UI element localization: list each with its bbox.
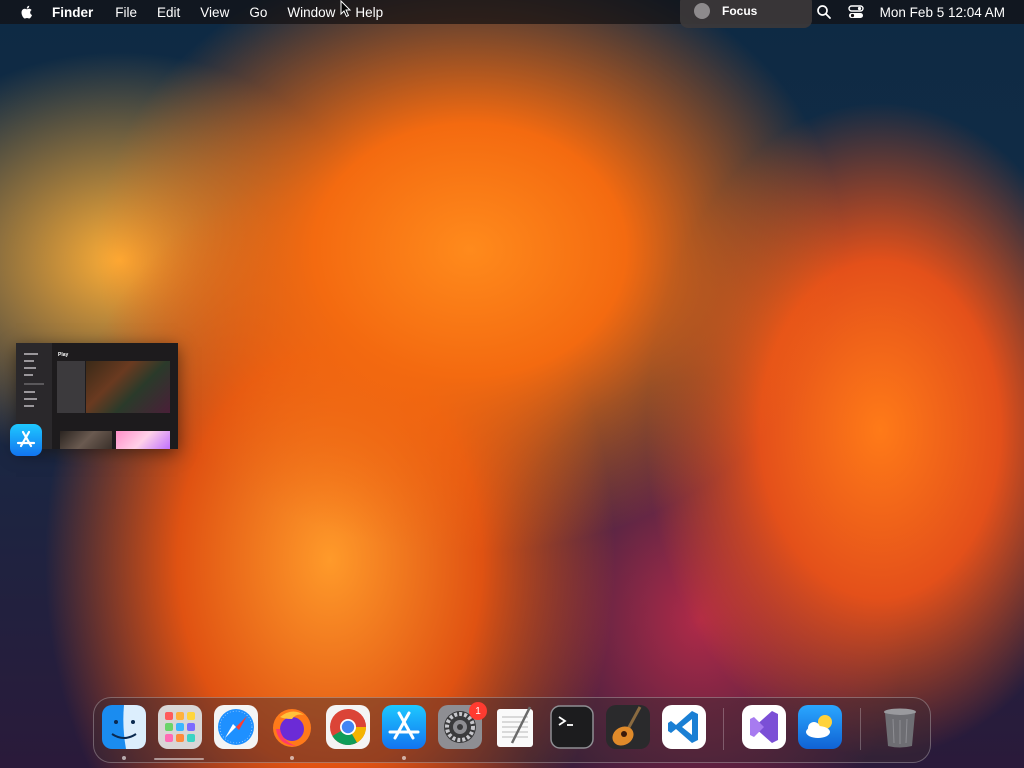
running-indicator — [402, 756, 406, 760]
menubar-clock[interactable]: Mon Feb 5 12:04 AM — [880, 5, 1005, 20]
dock-separator — [860, 708, 861, 750]
mouse-cursor-icon — [340, 0, 352, 18]
dock-chrome[interactable] — [326, 705, 370, 749]
preview-hero-image — [86, 361, 170, 413]
finder-icon — [102, 705, 146, 749]
app-store-icon — [382, 705, 426, 749]
vscode-icon — [662, 705, 706, 749]
trash-icon — [884, 708, 916, 748]
menu-file[interactable]: File — [115, 5, 137, 20]
menu-edit[interactable]: Edit — [157, 5, 180, 20]
dock-separator — [723, 708, 724, 750]
firefox-icon — [273, 709, 311, 747]
dock-trash[interactable] — [878, 705, 922, 749]
menu-go[interactable]: Go — [249, 5, 267, 20]
focus-status-pill[interactable]: Focus — [680, 0, 812, 28]
control-center-icon[interactable] — [847, 5, 864, 19]
preview-feature-card — [57, 361, 85, 413]
dock: 1 — [93, 697, 931, 763]
moon-icon — [694, 3, 710, 19]
dock-garageband[interactable] — [606, 705, 650, 749]
chrome-icon — [326, 705, 370, 749]
dock-finder[interactable] — [102, 705, 146, 749]
weather-icon — [798, 705, 842, 749]
dock-firefox[interactable] — [270, 705, 314, 749]
menu-app-finder[interactable]: Finder — [52, 5, 93, 20]
menu-help[interactable]: Help — [355, 5, 383, 20]
terminal-icon — [550, 705, 594, 749]
app-store-icon[interactable] — [10, 424, 42, 456]
visual-studio-icon — [742, 705, 786, 749]
dock-weather[interactable] — [798, 705, 842, 749]
guitar-icon — [606, 705, 650, 749]
search-icon[interactable] — [816, 4, 832, 20]
menu-view[interactable]: View — [200, 5, 229, 20]
menu-window[interactable]: Window — [287, 5, 335, 20]
scroll-indicator — [154, 758, 204, 760]
running-indicator — [122, 756, 126, 760]
dock-safari[interactable] — [214, 705, 258, 749]
apple-icon[interactable] — [19, 4, 35, 20]
running-indicator — [290, 756, 294, 760]
preview-page-title: Play — [58, 352, 69, 358]
dock-vscode[interactable] — [662, 705, 706, 749]
dock-textedit[interactable] — [494, 705, 538, 749]
dock-terminal[interactable] — [550, 705, 594, 749]
textedit-icon — [497, 706, 533, 747]
notification-badge: 1 — [469, 702, 487, 720]
dock-app-store[interactable] — [382, 705, 426, 749]
preview-thumbnail — [116, 431, 170, 449]
menu-bar: Finder File Edit View Go Window Help Mon… — [0, 0, 1024, 24]
focus-label: Focus — [722, 4, 758, 18]
dock-visual-studio[interactable] — [742, 705, 786, 749]
safari-icon — [214, 705, 258, 749]
preview-thumbnail — [60, 431, 112, 449]
dock-launchpad[interactable] — [158, 705, 202, 749]
launchpad-icon — [158, 705, 202, 749]
